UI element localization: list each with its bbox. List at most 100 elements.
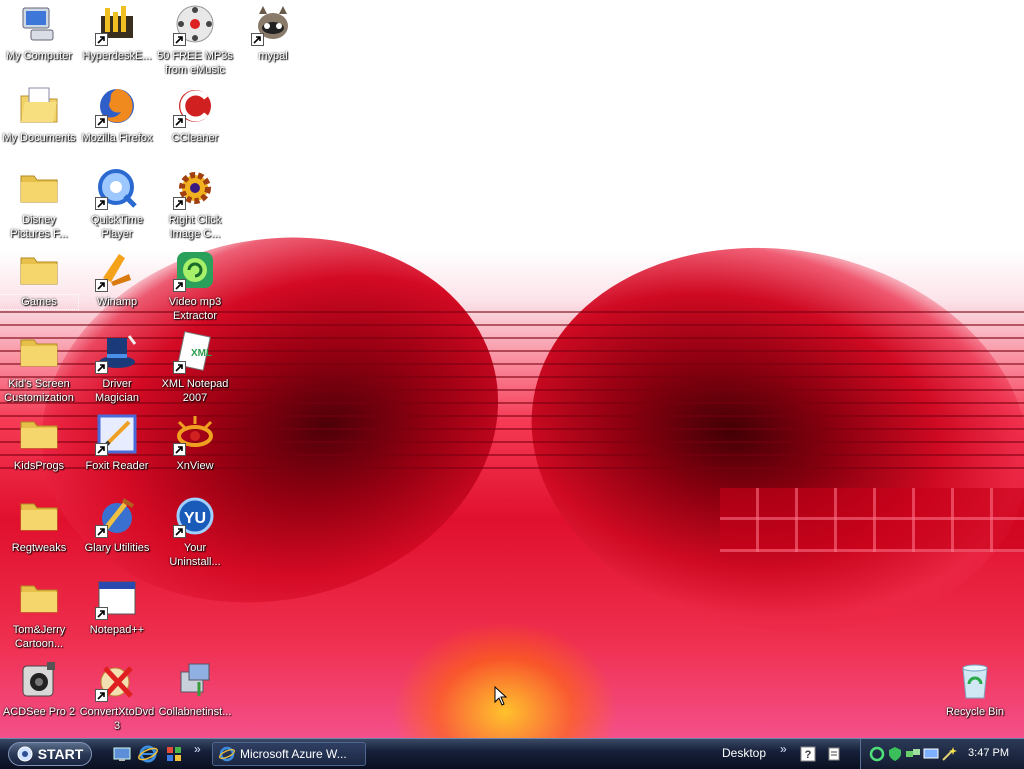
wallpaper-grid	[720, 488, 1024, 552]
tray-network-icon[interactable]	[869, 746, 885, 762]
quicktime-icon	[95, 166, 139, 210]
xnview-icon	[173, 412, 217, 456]
folder-icon	[17, 576, 61, 620]
desktop-icon-kidsprogs[interactable]: KidsProgs	[0, 412, 78, 473]
desktop-icon-xnview[interactable]: XnView	[156, 412, 234, 473]
desktop-toolbar-label[interactable]: Desktop	[722, 746, 766, 760]
recycle-bin-icon	[953, 658, 997, 702]
desktop-icon-label: Notepad++	[89, 624, 145, 636]
shortcut-arrow-icon	[173, 279, 186, 292]
taskbar-window-button[interactable]: Microsoft Azure W...	[212, 742, 366, 766]
acdsee-icon	[17, 658, 61, 702]
taskbar: START » Microsoft Azure W... Desktop » ?	[0, 738, 1024, 769]
internet-explorer-icon[interactable]	[138, 744, 158, 764]
xml-notepad-icon: XML	[173, 330, 217, 374]
shortcut-arrow-icon	[95, 443, 108, 456]
desktop-icon-label: Video mp3 Extractor	[168, 296, 222, 322]
desktop-icon-label: mypal	[258, 50, 288, 62]
desktop-icon-glary-utilities[interactable]: Glary Utilities	[78, 494, 156, 555]
shortcut-arrow-icon	[95, 279, 108, 292]
desktop-icon-xml-notepad-2007[interactable]: XML XML Notepad 2007	[156, 330, 234, 405]
mypal-icon	[251, 2, 295, 46]
desktop-icon-label: Kid's Screen Customization	[4, 378, 74, 404]
foxit-icon	[95, 412, 139, 456]
windows-media-icon[interactable]	[164, 744, 184, 764]
show-desktop-icon[interactable]	[112, 744, 132, 764]
desktop-icon-games[interactable]: Games	[0, 248, 79, 310]
tray-monitor-icon[interactable]	[923, 746, 939, 762]
desktop-icon-convertxtodvd-3[interactable]: ConvertXtoDvd 3	[78, 658, 156, 733]
shortcut-arrow-icon	[173, 443, 186, 456]
desktop-icon-my-computer[interactable]: My Computer	[0, 2, 78, 63]
quick-launch-chevron[interactable]: »	[194, 742, 201, 756]
folder-icon	[17, 412, 61, 456]
tray-connection-icon[interactable]	[905, 746, 921, 762]
desktop-icon-acdsee-pro-2[interactable]: ACDSee Pro 2	[0, 658, 78, 719]
magician-hat-icon	[95, 330, 139, 374]
glary-icon	[95, 494, 139, 538]
desktop-icon-50-free-mp3s-from-emusic[interactable]: 50 FREE MP3s from eMusic	[156, 2, 234, 77]
desktop-icon-label: My Computer	[5, 50, 73, 62]
desktop-icon-your-uninstall[interactable]: YU Your Uninstall...	[156, 494, 234, 569]
desktop-icon-my-documents[interactable]: My Documents	[0, 84, 78, 145]
svg-text:?: ?	[805, 749, 812, 761]
toolbar-chevron[interactable]: »	[780, 742, 787, 756]
desktop-icon-label: Regtweaks	[11, 542, 67, 554]
desktop-icon-quicktime-player[interactable]: QuickTime Player	[78, 166, 156, 241]
desktop-icon-tom-jerry-cartoon[interactable]: Tom&Jerry Cartoon...	[0, 576, 78, 651]
folder-icon	[17, 166, 61, 210]
desktop-icon-winamp[interactable]: Winamp	[78, 248, 156, 309]
shortcut-arrow-icon	[95, 361, 108, 374]
desktop-icon-notepad[interactable]: Notepad++	[78, 576, 156, 637]
desktop-icon-label: QuickTime Player	[90, 214, 144, 240]
desktop-icon-label: Foxit Reader	[85, 460, 149, 472]
desktop-icon-mozilla-firefox[interactable]: Mozilla Firefox	[78, 84, 156, 145]
desktop-icon-label: Games	[0, 294, 79, 310]
start-orb-icon	[17, 746, 33, 762]
clock[interactable]: 3:47 PM	[968, 747, 1009, 759]
desktop-icon-driver-magician[interactable]: Driver Magician	[78, 330, 156, 405]
tray-shield-icon[interactable]	[887, 746, 903, 762]
desktop-icon-label: Driver Magician	[94, 378, 140, 404]
desktop-icon-label: My Documents	[2, 132, 76, 144]
desktop-icon-ccleaner[interactable]: CCleaner	[156, 84, 234, 145]
desktop-icon-recycle-bin[interactable]: Recycle Bin	[936, 658, 1014, 719]
shortcut-arrow-icon	[95, 115, 108, 128]
shortcut-arrow-icon	[173, 33, 186, 46]
internet-explorer-icon	[219, 746, 235, 762]
desktop-icon-label: ACDSee Pro 2	[2, 706, 76, 718]
emusic-icon	[173, 2, 217, 46]
desktop-icon-mypal[interactable]: mypal	[234, 2, 312, 63]
svg-text:XML: XML	[191, 348, 212, 359]
video-mp3-icon	[173, 248, 217, 292]
shortcut-arrow-icon	[95, 689, 108, 702]
desktop-icon-label: Right Click Image C...	[168, 214, 222, 240]
desktop-icon-label: XnView	[176, 460, 214, 472]
desktop-icon-regtweaks[interactable]: Regtweaks	[0, 494, 78, 555]
desktop-icon-label: Mozilla Firefox	[81, 132, 153, 144]
desktop-icon-kid-s-screen-customization[interactable]: Kid's Screen Customization	[0, 330, 78, 405]
desktop-icon-label: KidsProgs	[13, 460, 65, 472]
winamp-icon	[95, 248, 139, 292]
desktop-icon-collabnetinst[interactable]: Collabnetinst...	[156, 658, 234, 719]
desktop-icon-hyperdeske[interactable]: HyperdeskE...	[78, 2, 156, 63]
tray-wand-icon[interactable]	[941, 746, 957, 762]
start-button[interactable]: START	[8, 742, 92, 766]
svg-text:YU: YU	[184, 510, 206, 527]
desktop-icon-video-mp3-extractor[interactable]: Video mp3 Extractor	[156, 248, 234, 323]
desktop-icon-foxit-reader[interactable]: Foxit Reader	[78, 412, 156, 473]
shortcut-arrow-icon	[95, 525, 108, 538]
window-list-icon[interactable]	[826, 746, 842, 762]
help-icon[interactable]: ?	[800, 746, 816, 762]
desktop-icon-right-click-image-c[interactable]: Right Click Image C...	[156, 166, 234, 241]
my-documents-icon	[17, 84, 61, 128]
shortcut-arrow-icon	[95, 607, 108, 620]
folder-icon	[17, 330, 61, 374]
desktop-icon-label: CCleaner	[171, 132, 219, 144]
desktop-icon-label: XML Notepad 2007	[161, 378, 229, 404]
desktop-icon-label: ConvertXtoDvd 3	[79, 706, 155, 732]
uninstaller-icon: YU	[173, 494, 217, 538]
desktop-icon-label: Recycle Bin	[945, 706, 1005, 718]
desktop-icon-disney-pictures-f[interactable]: Disney Pictures F...	[0, 166, 78, 241]
desktop-icon-label: Collabnetinst...	[158, 706, 232, 718]
